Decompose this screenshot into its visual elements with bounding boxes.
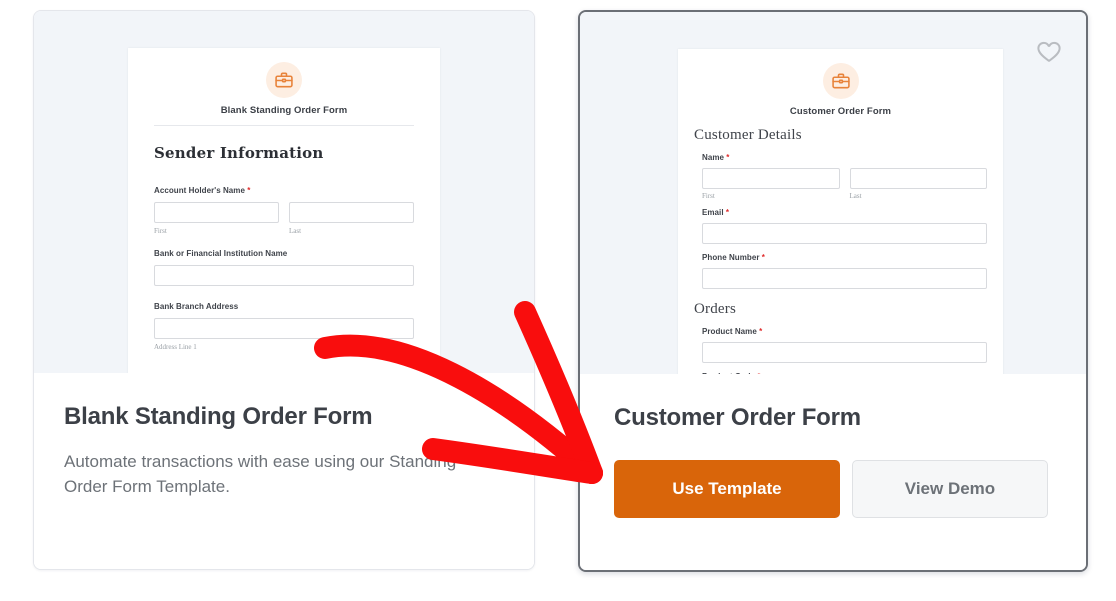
template-actions: Use Template View Demo — [614, 460, 1052, 518]
template-card-blank-standing-order-form[interactable]: Blank Standing Order Form Sender Informa… — [33, 10, 535, 570]
field-label: Bank or Financial Institution Name — [154, 249, 288, 258]
favorite-heart-icon[interactable] — [1034, 38, 1064, 68]
template-card-customer-order-form[interactable]: Customer Order Form Customer Details Nam… — [578, 10, 1088, 572]
required-asterisk: * — [756, 327, 763, 336]
text-input-phone[interactable] — [702, 268, 987, 289]
field-label-text: Name — [702, 153, 724, 162]
text-input-product-name[interactable] — [702, 342, 987, 363]
field-label-text: Phone Number — [702, 253, 760, 262]
template-preview-blank-standing-order-form: Blank Standing Order Form Sender Informa… — [34, 11, 534, 373]
template-info-blank-standing-order-form: Blank Standing Order Form Automate trans… — [34, 373, 534, 569]
field-sublabel: Last — [849, 192, 862, 200]
template-description: Automate transactions with ease using ou… — [64, 452, 457, 496]
form-preview-header: Customer Order Form — [678, 63, 1003, 117]
template-preview-customer-order-form: Customer Order Form Customer Details Nam… — [580, 12, 1086, 374]
text-input-branch-address[interactable] — [154, 318, 414, 339]
field-label: Product Name * — [702, 327, 987, 336]
field-label-text: Product Name — [702, 327, 757, 336]
text-input-last[interactable] — [849, 168, 987, 189]
field-label: Phone Number * — [702, 253, 987, 262]
form-preview-sheet: Blank Standing Order Form Sender Informa… — [128, 48, 440, 373]
form-section-heading: Orders — [694, 301, 737, 317]
text-input-last[interactable] — [289, 202, 414, 223]
form-preview-header: Blank Standing Order Form — [128, 62, 440, 126]
form-preview-title: Blank Standing Order Form — [220, 105, 348, 116]
field-label: Email * — [702, 208, 987, 217]
template-info-customer-order-form: Customer Order Form Use Template View De… — [580, 374, 1086, 570]
field-label-text: Account Holder's Name — [154, 186, 245, 195]
template-gallery: Blank Standing Order Form Sender Informa… — [0, 0, 1116, 601]
field-label: Bank Branch Address — [154, 302, 239, 311]
use-template-button[interactable]: Use Template — [614, 460, 840, 518]
field-label-text: Email — [702, 208, 724, 217]
form-section-heading: Sender Information — [154, 144, 324, 162]
field-sublabel: Address Line 1 — [154, 343, 197, 351]
template-title: Blank Standing Order Form — [64, 403, 373, 430]
briefcase-icon — [822, 63, 859, 99]
form-preview-sheet: Customer Order Form Customer Details Nam… — [678, 49, 1003, 374]
required-asterisk: * — [244, 186, 251, 195]
form-section-heading: Customer Details — [694, 127, 802, 143]
form-preview-title: Customer Order Form — [789, 106, 892, 117]
view-demo-button[interactable]: View Demo — [852, 460, 1048, 518]
briefcase-icon — [266, 62, 302, 98]
text-input-bank-name[interactable] — [154, 265, 414, 286]
field-label: Name * — [702, 153, 987, 162]
required-asterisk: * — [724, 153, 730, 162]
text-input-email[interactable] — [702, 223, 987, 244]
field-sublabel: First — [702, 192, 715, 200]
field-sublabel: Last — [289, 227, 302, 235]
field-sublabel: First — [154, 227, 167, 235]
template-title: Customer Order Form — [614, 404, 861, 431]
required-asterisk: * — [759, 253, 765, 262]
field-label: Account Holder's Name * — [154, 186, 414, 195]
required-asterisk: * — [723, 208, 730, 217]
text-input-first[interactable] — [154, 202, 279, 223]
text-input-first[interactable] — [702, 168, 840, 189]
